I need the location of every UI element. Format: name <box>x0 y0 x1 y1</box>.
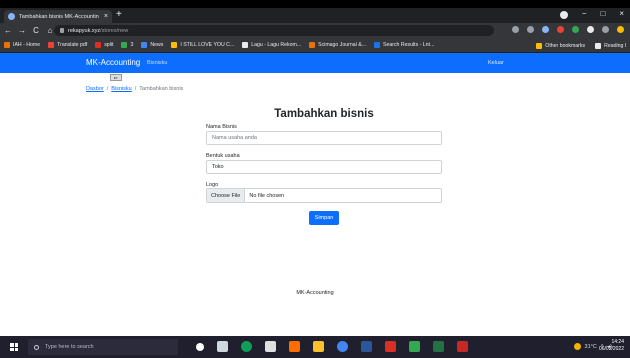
business-name-input[interactable]: Nama usaha anda <box>206 131 442 145</box>
browser-tab[interactable]: Tambahkan bisnis MK-Accountin × <box>4 10 112 23</box>
star-icon[interactable] <box>527 26 534 33</box>
maximize-button[interactable]: □ <box>600 9 605 19</box>
breadcrumb-bisnisku[interactable]: Bisnisku <box>111 86 131 92</box>
choose-file-button[interactable]: Choose File <box>207 189 246 202</box>
cursor-icon: ▸▪ <box>110 74 122 81</box>
weather-icon[interactable] <box>573 343 581 350</box>
profile-icon[interactable] <box>559 11 568 19</box>
taskbar-apps <box>196 341 468 352</box>
bookmark-item[interactable]: I STILL LOVE YOU C... <box>171 42 234 48</box>
breadcrumb: Dasbor / Bisnisku / Tambahkan bisnis <box>86 86 183 92</box>
extension-icon[interactable] <box>542 26 549 33</box>
tab-close-button[interactable]: × <box>104 13 108 20</box>
url-host: rekapyuk.xyz <box>68 27 101 34</box>
logo-file-input[interactable]: Choose File No file chosen <box>206 188 442 203</box>
taskbar-search-placeholder: Type here to search <box>45 344 94 350</box>
bookmark-item[interactable]: News <box>141 42 163 48</box>
bookmark-icon <box>242 42 249 48</box>
clock-time: 14:24 <box>611 339 624 345</box>
folder-icon <box>536 42 543 49</box>
app-navbar: MK-Accounting Bisnisku Keluar <box>0 53 630 73</box>
lock-icon <box>60 28 64 33</box>
forward-button[interactable]: → <box>16 26 28 35</box>
bookmark-icon <box>121 42 128 48</box>
page-title: Tambahkan bisnis <box>274 108 374 120</box>
app-icon[interactable] <box>457 341 468 352</box>
name-label: Nama Bisnis <box>206 124 237 130</box>
windows-start-icon[interactable] <box>10 343 18 351</box>
bookmark-item[interactable]: Scimago Journal &... <box>309 42 366 48</box>
media-icon[interactable] <box>602 26 609 33</box>
bookmark-item[interactable]: Lagu - Lagu Rekom... <box>242 42 301 48</box>
store-icon[interactable] <box>265 341 276 352</box>
word-icon[interactable] <box>361 341 372 352</box>
tab-strip: Tambahkan bisnis MK-Accountin × + − □ × <box>0 8 630 23</box>
windows-taskbar: Type here to search 31°C ^ ◂) 14:24 06/0… <box>0 336 630 358</box>
bookmark-icon <box>141 42 148 48</box>
bookmarks-bar: IAH - Home Translate pdf split 3 News I … <box>0 38 630 53</box>
type-label: Bentuk usaha <box>206 153 240 159</box>
footer-text: MK-Accounting <box>296 290 334 296</box>
cortana-icon[interactable] <box>196 343 204 351</box>
edge-icon[interactable] <box>241 341 252 352</box>
breadcrumb-separator: / <box>134 86 137 92</box>
file-status: No file chosen <box>249 192 285 199</box>
browser-window: Tambahkan bisnis MK-Accountin × + − □ × … <box>0 8 630 358</box>
reload-button[interactable]: C <box>30 26 42 35</box>
nav-link-bisnisku[interactable]: Bisnisku <box>147 60 167 66</box>
reading-list[interactable]: Reading l <box>595 42 626 49</box>
business-type-input[interactable]: Toko <box>206 160 442 174</box>
extension-icon[interactable] <box>572 26 579 33</box>
url-bar[interactable]: rekapyuk.xyz /stores/new <box>54 25 494 36</box>
zoom-icon[interactable] <box>512 26 519 33</box>
breadcrumb-dasbor[interactable]: Dasbor <box>86 86 104 92</box>
bookmarks-right: Other bookmarks Reading l <box>536 38 626 53</box>
avatar[interactable] <box>617 26 624 33</box>
excel-icon[interactable] <box>433 341 444 352</box>
bookmark-item[interactable]: Translate pdf <box>48 42 87 48</box>
new-tab-button[interactable]: + <box>116 9 122 20</box>
close-window-button[interactable]: × <box>619 9 624 19</box>
bookmark-icon <box>309 42 316 48</box>
bookmark-item[interactable]: 3 <box>121 42 133 48</box>
back-button[interactable]: ← <box>2 26 14 35</box>
bookmark-icon <box>171 42 178 48</box>
search-icon <box>34 344 39 350</box>
breadcrumb-separator: / <box>106 86 109 92</box>
bookmark-item[interactable]: IAH - Home <box>4 42 40 48</box>
app-icon[interactable] <box>409 341 420 352</box>
taskbar-search[interactable]: Type here to search <box>28 339 178 355</box>
taskbar-clock[interactable]: 14:24 06/02/2022 <box>599 339 624 353</box>
chrome-icon[interactable] <box>337 341 348 352</box>
logout-link[interactable]: Keluar <box>488 60 504 66</box>
minimize-button[interactable]: − <box>582 9 587 19</box>
breadcrumb-current: Tambahkan bisnis <box>139 86 184 92</box>
extension-icon[interactable] <box>557 26 564 33</box>
favicon-icon <box>8 13 15 20</box>
other-bookmarks[interactable]: Other bookmarks <box>536 42 585 49</box>
reading-list-icon <box>595 42 602 49</box>
bookmark-icon <box>95 42 102 48</box>
save-button[interactable]: Simpan <box>309 211 339 225</box>
window-controls: − □ × <box>559 9 624 19</box>
acrobat-icon[interactable] <box>385 341 396 352</box>
url-path: /stores/new <box>100 27 129 34</box>
address-bar-row: ← → C ⌂ rekapyuk.xyz /stores/new <box>0 23 630 38</box>
toolbar-extensions <box>512 26 624 33</box>
app-icon[interactable] <box>289 341 300 352</box>
bookmark-icon <box>4 42 10 48</box>
tab-title: Tambahkan bisnis MK-Accountin <box>19 13 99 20</box>
puzzle-icon[interactable] <box>587 26 594 33</box>
weather-text: 31°C <box>584 343 597 350</box>
bookmark-icon <box>374 42 380 48</box>
file-explorer-icon[interactable] <box>313 341 324 352</box>
clock-date: 06/02/2022 <box>598 346 624 352</box>
bookmark-item[interactable]: Search Results - Lnt... <box>374 42 434 48</box>
bookmark-icon <box>48 42 55 48</box>
brand-link[interactable]: MK-Accounting <box>86 58 140 67</box>
bookmark-item[interactable]: split <box>95 42 113 48</box>
task-view-icon[interactable] <box>217 341 228 352</box>
